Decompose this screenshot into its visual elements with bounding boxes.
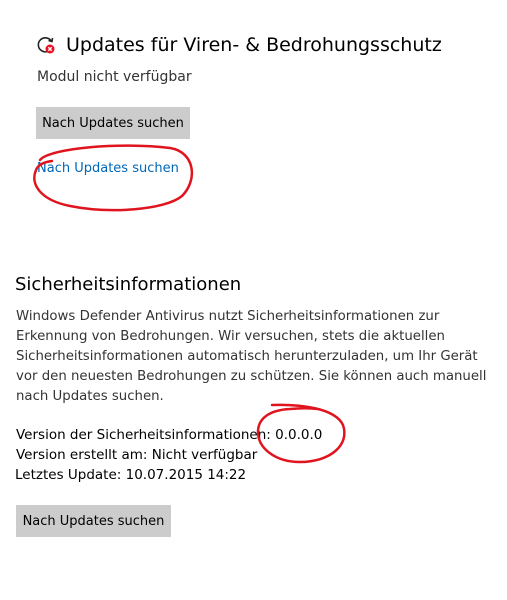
check-updates-button[interactable]: Nach Updates suchen xyxy=(36,107,190,139)
annotation-circle-link xyxy=(33,144,194,212)
last-update-line: Letztes Update: 10.07.2015 14:22 xyxy=(15,467,247,483)
version-label: Version der Sicherheitsinformationen: xyxy=(16,427,271,443)
module-status-text: Modul nicht verfügbar xyxy=(37,69,192,85)
updates-section-header: Updates für Viren- & Bedrohungsschutz xyxy=(36,34,442,56)
security-info-title: Sicherheitsinformationen xyxy=(15,274,242,295)
check-updates-button-2[interactable]: Nach Updates suchen xyxy=(16,505,171,537)
security-info-description: Windows Defender Antivirus nutzt Sicherh… xyxy=(16,309,487,404)
version-created-line: Version erstellt am: Nicht verfügbar xyxy=(16,447,258,463)
sync-error-icon xyxy=(36,35,56,55)
updates-section-title: Updates für Viren- & Bedrohungsschutz xyxy=(66,34,442,56)
version-value: 0.0.0.0 xyxy=(275,427,323,443)
check-updates-link[interactable]: Nach Updates suchen xyxy=(37,161,179,176)
version-line: Version der Sicherheitsinformationen: 0.… xyxy=(16,427,322,443)
